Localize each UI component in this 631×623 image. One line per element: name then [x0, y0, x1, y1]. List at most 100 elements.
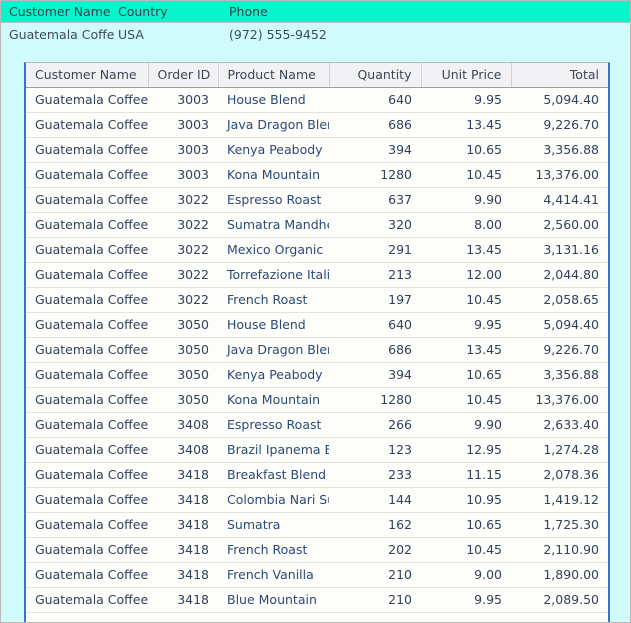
detail-cell-order-id: 3418 [148, 537, 218, 563]
detail-cell-total: 4,414.41 [511, 187, 608, 213]
detail-cell-total: 2,044.80 [511, 262, 608, 288]
detail-cell-quantity: 640 [329, 87, 421, 113]
table-row[interactable]: Guatemala Coffee 3418 French Roast 202 10.45… [26, 537, 608, 563]
detail-cell-quantity: 123 [329, 437, 421, 463]
master-header-country[interactable]: Country [118, 1, 223, 23]
detail-cell-product-name: Sumatra [218, 512, 329, 538]
detail-cell-product-name: Colombia Nari Sup [218, 487, 329, 513]
detail-cell-unit-price: 13.45 [421, 237, 511, 263]
detail-cell-total: 1,419.12 [511, 487, 608, 513]
detail-cell-total: 9,226.70 [511, 337, 608, 363]
table-row[interactable]: Guatemala Coffee 3050 Kenya Peabody 394 10.6… [26, 362, 608, 388]
table-row[interactable]: Guatemala Coffee 3418 Breakfast Blend 233 11… [26, 462, 608, 488]
detail-cell-unit-price: 10.45 [421, 387, 511, 413]
detail-cell-unit-price: 10.45 [421, 162, 511, 188]
detail-cell-order-id: 3050 [148, 362, 218, 388]
table-row[interactable]: Guatemala Coffee3050Java Dragon Blend686… [26, 337, 608, 363]
detail-cell-total: 2,560.00 [511, 212, 608, 238]
detail-cell-customer-name: Guatemala Coffee [26, 562, 148, 588]
detail-cell-product-name: Brazil Ipanema Bo [218, 437, 329, 463]
detail-table-body: Guatemala Coffee 3003 House Blend 640 9.95 5,… [26, 87, 608, 613]
detail-cell-product-name: Kenya Peabody [218, 362, 329, 388]
detail-cell-total: 13,376.00 [511, 387, 608, 413]
detail-cell-order-id: 3050 [148, 312, 218, 338]
table-row[interactable]: Guatemala Coffee 3050 House Blend 640 9.95 5,… [26, 312, 608, 338]
detail-header-customer-name[interactable]: Customer Name [26, 63, 149, 88]
detail-cell-customer-name: Guatemala Coffee [26, 387, 148, 413]
detail-cell-quantity: 144 [329, 487, 421, 513]
detail-cell-quantity: 640 [329, 312, 421, 338]
table-row[interactable]: Guatemala Coffee 3418 Blue Mountain 210 9.95… [26, 587, 608, 613]
detail-cell-quantity: 394 [329, 137, 421, 163]
detail-cell-order-id: 3418 [148, 512, 218, 538]
master-cell-customer-name: Guatemala Coffee [9, 27, 114, 42]
detail-cell-product-name: Espresso Roast [218, 187, 329, 213]
table-row[interactable]: Guatemala Coffee 3022 Espresso Roast 637 9.9… [26, 187, 608, 213]
detail-cell-total: 9,226.70 [511, 112, 608, 138]
table-row[interactable]: Guatemala Coffee 3050 Kona Mountain 1280 10.… [26, 387, 608, 413]
table-row[interactable]: Guatemala Coffee3418Colombia Nari Sup144… [26, 487, 608, 513]
detail-cell-order-id: 3418 [148, 487, 218, 513]
detail-cell-quantity: 291 [329, 237, 421, 263]
detail-cell-total: 1,890.00 [511, 562, 608, 588]
detail-cell-product-name: Espresso Roast [218, 412, 329, 438]
table-row[interactable]: Guatemala Coffee3408Brazil Ipanema Bo123… [26, 437, 608, 463]
table-row[interactable]: Guatemala Coffee 3022 French Roast 197 10.45… [26, 287, 608, 313]
detail-cell-quantity: 686 [329, 337, 421, 363]
table-row[interactable]: Guatemala Coffee 3003 House Blend 640 9.95 5,… [26, 87, 608, 113]
detail-cell-total: 1,725.30 [511, 512, 608, 538]
table-row[interactable]: Guatemala Coffee 3003 Kona Mountain 1280 10.… [26, 162, 608, 188]
detail-cell-total: 2,633.40 [511, 412, 608, 438]
detail-cell-total: 3,131.16 [511, 237, 608, 263]
detail-cell-unit-price: 9.95 [421, 312, 511, 338]
detail-cell-customer-name: Guatemala Coffee [26, 287, 148, 313]
master-data-row[interactable]: Guatemala Coffee USA (972) 555-9452 [1, 24, 630, 46]
detail-cell-unit-price: 13.45 [421, 337, 511, 363]
detail-cell-unit-price: 10.45 [421, 537, 511, 563]
detail-cell-customer-name: Guatemala Coffee [26, 362, 148, 388]
detail-cell-product-name: French Roast [218, 537, 329, 563]
table-row[interactable]: Guatemala Coffee 3418 French Vanilla 210 9.0… [26, 562, 608, 588]
detail-cell-unit-price: 11.15 [421, 462, 511, 488]
detail-cell-customer-name: Guatemala Coffee [26, 262, 148, 288]
table-row[interactable]: Guatemala Coffee 3418 Sumatra 162 10.65 1,725… [26, 512, 608, 538]
detail-cell-unit-price: 10.65 [421, 362, 511, 388]
detail-header-total[interactable]: Total [511, 63, 608, 88]
detail-cell-order-id: 3003 [148, 162, 218, 188]
detail-cell-product-name: Torrefazione Italia [218, 262, 329, 288]
detail-cell-order-id: 3003 [148, 112, 218, 138]
detail-cell-unit-price: 12.00 [421, 262, 511, 288]
detail-grid: Customer Name Order ID Product Name Quan… [24, 62, 610, 622]
detail-cell-total: 3,356.88 [511, 137, 608, 163]
detail-cell-unit-price: 10.65 [421, 512, 511, 538]
detail-header-unit-price[interactable]: Unit Price [421, 63, 512, 88]
detail-cell-customer-name: Guatemala Coffee [26, 212, 148, 238]
detail-cell-unit-price: 9.95 [421, 587, 511, 613]
detail-cell-total: 13,376.00 [511, 162, 608, 188]
master-header-customer-name[interactable]: Customer Name [9, 1, 114, 23]
table-row[interactable]: Guatemala Coffee 3408 Espresso Roast 266 9.9… [26, 412, 608, 438]
table-row[interactable]: Guatemala Coffee3003Java Dragon Blend686… [26, 112, 608, 138]
detail-cell-order-id: 3022 [148, 237, 218, 263]
detail-cell-customer-name: Guatemala Coffee [26, 237, 148, 263]
detail-table-head: Customer Name Order ID Product Name Quan… [26, 63, 608, 88]
table-row[interactable]: Guatemala Coffee3022Sumatra Mandheli3208… [26, 212, 608, 238]
detail-header-quantity[interactable]: Quantity [329, 63, 422, 88]
detail-cell-order-id: 3003 [148, 137, 218, 163]
detail-cell-customer-name: Guatemala Coffee [26, 412, 148, 438]
detail-header-order-id[interactable]: Order ID [148, 63, 219, 88]
detail-cell-order-id: 3418 [148, 587, 218, 613]
table-row[interactable]: Guatemala Coffee 3022 Torrefazione Italia 2… [26, 262, 608, 288]
detail-cell-quantity: 210 [329, 587, 421, 613]
table-row[interactable]: Guatemala Coffee 3022 Mexico Organic 291 13.… [26, 237, 608, 263]
detail-cell-quantity: 213 [329, 262, 421, 288]
table-row[interactable]: Guatemala Coffee 3003 Kenya Peabody 394 10.6… [26, 137, 608, 163]
detail-cell-unit-price: 9.90 [421, 187, 511, 213]
master-header-phone[interactable]: Phone [229, 1, 409, 23]
detail-cell-customer-name: Guatemala Coffee [26, 162, 148, 188]
detail-cell-product-name: French Vanilla [218, 562, 329, 588]
detail-cell-total: 1,274.28 [511, 437, 608, 463]
detail-cell-total: 2,110.90 [511, 537, 608, 563]
detail-header-product-name[interactable]: Product Name [218, 63, 330, 88]
detail-cell-product-name: House Blend [218, 312, 329, 338]
